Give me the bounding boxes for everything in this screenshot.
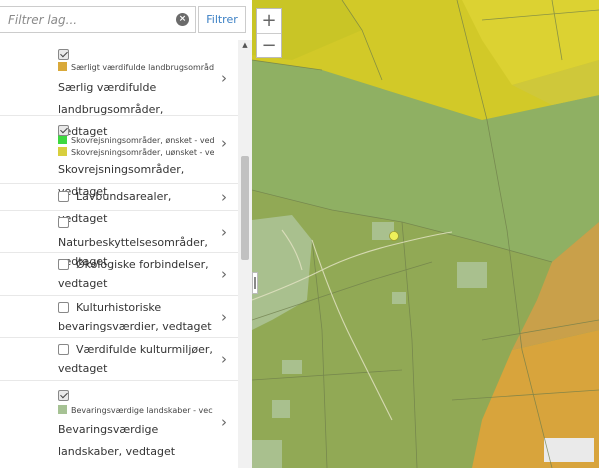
layer-item: Særligt værdifulde landbrugsområder - ve… [0,40,238,138]
layer-checkbox[interactable] [58,125,69,136]
zoom-out-button[interactable]: − [257,33,281,57]
layer-checkbox[interactable] [58,190,69,202]
filter-bar: × Filtrer [0,0,252,42]
layer-checkbox[interactable] [58,258,69,270]
layer-title: Bevaringsværdige landskaber, vedtaget [58,423,176,458]
panel-collapse-handle[interactable] [252,272,258,294]
legend-entry: Skovrejsningsområder, uønsket - vec [58,147,214,159]
legend-entry: Særligt værdifulde landbrugsområder - ve [58,62,214,74]
layer-item: Naturbeskyttelsesområder, vedtaget › [0,211,238,268]
zoom-control: + − [256,8,282,58]
chevron-right-icon[interactable]: › [218,265,230,283]
layer-list: Særligt værdifulde landbrugsområder - ve… [0,40,238,468]
chevron-right-icon[interactable]: › [218,188,230,206]
chevron-right-icon[interactable]: › [218,134,230,152]
layer-title: Værdifulde kulturmiljøer, [76,343,213,356]
layer-title: Økologiske forbindelser, [76,258,209,271]
zoom-in-button[interactable]: + [257,9,281,33]
layer-list-scrollbar[interactable]: ▲ [238,40,252,468]
layer-title-continued: bevaringsværdier, vedtaget [58,320,212,333]
clear-icon[interactable]: × [176,13,189,26]
layer-checkbox[interactable] [58,343,69,355]
map-view[interactable] [252,0,599,468]
layer-checkbox[interactable] [58,216,69,228]
layer-title: Kulturhistoriske [76,301,162,314]
filter-button[interactable]: Filtrer [198,6,246,33]
layer-title-continued: vedtaget [58,362,108,375]
filter-input[interactable] [0,6,196,33]
layer-item: Skovrejsningsområder, ønsket - vedt Skov… [0,116,238,198]
legend-entry: Bevaringsværdige landskaber - vec [58,405,214,417]
chevron-right-icon[interactable]: › [218,350,230,368]
chevron-right-icon[interactable]: › [218,308,230,326]
legend-entry: Skovrejsningsområder, ønsket - vedt [58,135,214,147]
legend-swatch [58,147,67,156]
map-marker-icon[interactable] [389,231,399,241]
layer-panel: × Filtrer Særligt værdifulde landbrugsom… [0,0,252,468]
map-canvas[interactable] [252,0,599,468]
layer-checkbox[interactable] [58,301,69,313]
layer-title-continued: vedtaget [58,277,108,290]
chevron-right-icon[interactable]: › [218,223,230,241]
scroll-up-arrow-icon[interactable]: ▲ [238,40,252,50]
scroll-thumb[interactable] [241,156,249,260]
layer-item: Økologiske forbindelser, vedtaget › [0,253,238,296]
layer-item: Lavbundsarealer, vedtaget › [0,184,238,225]
layer-checkbox[interactable] [58,49,69,60]
layer-item: Værdifulde kulturmiljøer, vedtaget › [0,338,238,381]
legend-swatch [58,135,67,144]
layer-checkbox[interactable] [58,390,69,401]
layer-title: Naturbeskyttelsesområder, [58,236,208,249]
layer-item: Bevaringsværdige landskaber - vec Bevari… [0,381,238,463]
legend-swatch [58,62,67,71]
layer-item: Kulturhistoriske bevaringsværdier, vedta… [0,296,238,338]
legend-swatch [58,405,67,414]
chevron-right-icon[interactable]: › [218,413,230,431]
chevron-right-icon[interactable]: › [218,69,230,87]
